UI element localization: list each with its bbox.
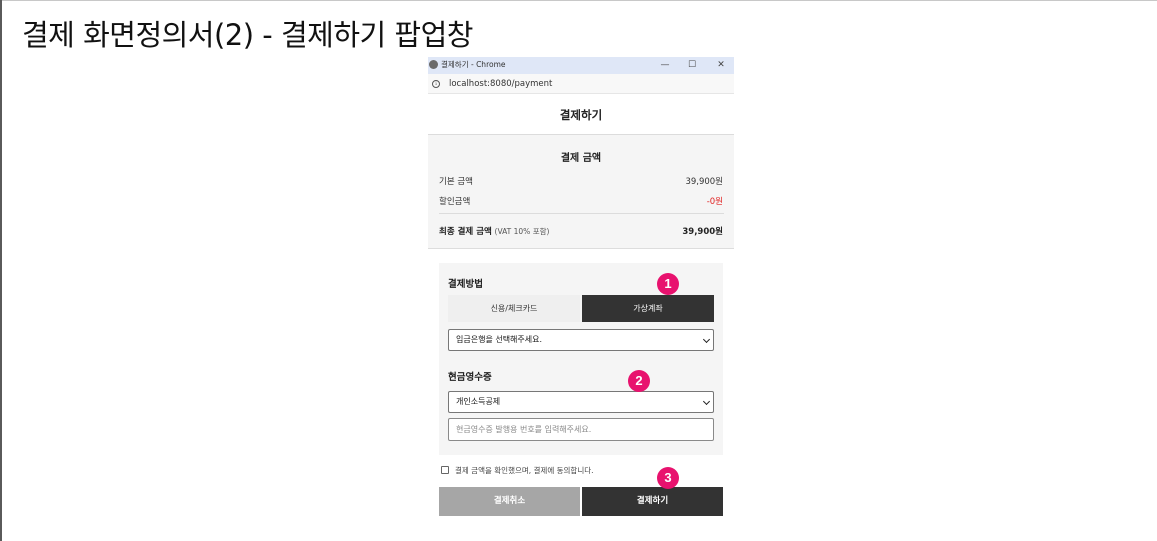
tab-credit-card[interactable]: 신용/체크카드 bbox=[448, 295, 580, 322]
window-title: 결제하기 - Chrome bbox=[441, 60, 506, 69]
payment-popup-window: 결제하기 - Chrome — ☐ ✕ i localhost:8080/pay… bbox=[428, 57, 734, 527]
minimize-icon[interactable]: — bbox=[658, 58, 672, 72]
browser-title-bar: 결제하기 - Chrome — ☐ ✕ bbox=[428, 57, 734, 74]
document-title: 결제 화면정의서(2) - 결제하기 팝업창 bbox=[22, 18, 473, 52]
slide-left-border bbox=[0, 0, 2, 541]
discount-value: -0원 bbox=[706, 197, 723, 207]
payment-method-panel: 결제방법 신용/체크카드 가상계좌 입금은행을 선택해주세요. 현금영수증 개인… bbox=[439, 263, 723, 455]
agree-label[interactable]: 결제 금액을 확인했으며, 결제에 동의합니다. bbox=[455, 465, 594, 476]
chevron-down-icon bbox=[702, 335, 711, 344]
payment-summary-panel: 결제 금액 기본 금액 39,900원 할인금액 -0원 최종 결제 금액 (V… bbox=[428, 135, 734, 249]
chevron-down-icon bbox=[702, 397, 711, 406]
annotation-marker-2: 2 bbox=[628, 370, 650, 392]
annotation-marker-3: 3 bbox=[657, 467, 679, 489]
page-heading: 결제하기 bbox=[559, 108, 603, 122]
chrome-favicon-icon bbox=[429, 60, 438, 69]
url-text[interactable]: localhost:8080/payment bbox=[449, 79, 552, 89]
summary-title: 결제 금액 bbox=[560, 153, 602, 164]
site-info-icon[interactable]: i bbox=[432, 80, 440, 88]
base-amount-value: 39,900원 bbox=[685, 177, 723, 187]
address-bar[interactable]: i localhost:8080/payment bbox=[428, 74, 734, 94]
payment-method-title: 결제방법 bbox=[448, 279, 483, 290]
bank-select[interactable]: 입금은행을 선택해주세요. bbox=[448, 329, 714, 351]
annotation-marker-1: 1 bbox=[657, 273, 679, 295]
slide-top-border bbox=[0, 0, 1157, 1]
tab-virtual-account[interactable]: 가상계좌 bbox=[582, 295, 714, 322]
pay-button[interactable]: 결제하기 bbox=[582, 487, 723, 516]
total-amount-label: 최종 결제 금액 bbox=[439, 227, 492, 237]
bank-select-value: 입금은행을 선택해주세요. bbox=[456, 335, 543, 344]
vat-note: (VAT 10% 포함) bbox=[494, 227, 550, 236]
receipt-type-value: 개인소득공제 bbox=[456, 397, 501, 406]
summary-divider bbox=[439, 213, 724, 214]
agree-checkbox[interactable] bbox=[441, 466, 449, 474]
cash-receipt-title: 현금영수증 bbox=[448, 372, 492, 383]
discount-label: 할인금액 bbox=[439, 197, 471, 207]
cancel-payment-button[interactable]: 결제취소 bbox=[439, 487, 580, 516]
total-amount-value: 39,900원 bbox=[682, 227, 723, 237]
receipt-number-input[interactable]: 현금영수증 발행용 번호를 입력해주세요. bbox=[448, 418, 714, 441]
base-amount-label: 기본 금액 bbox=[439, 177, 473, 187]
maximize-icon[interactable]: ☐ bbox=[685, 58, 699, 72]
close-icon[interactable]: ✕ bbox=[714, 58, 728, 72]
total-amount-label-group: 최종 결제 금액 (VAT 10% 포함) bbox=[439, 225, 549, 237]
receipt-type-select[interactable]: 개인소득공제 bbox=[448, 391, 714, 413]
